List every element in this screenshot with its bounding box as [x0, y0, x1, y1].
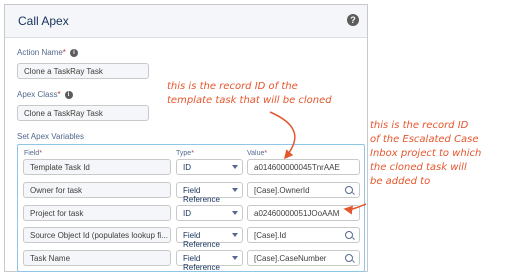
arrow-to-template-task	[269, 111, 296, 160]
arrow-to-project-id	[343, 203, 367, 215]
annotation-arrows	[269, 111, 367, 215]
